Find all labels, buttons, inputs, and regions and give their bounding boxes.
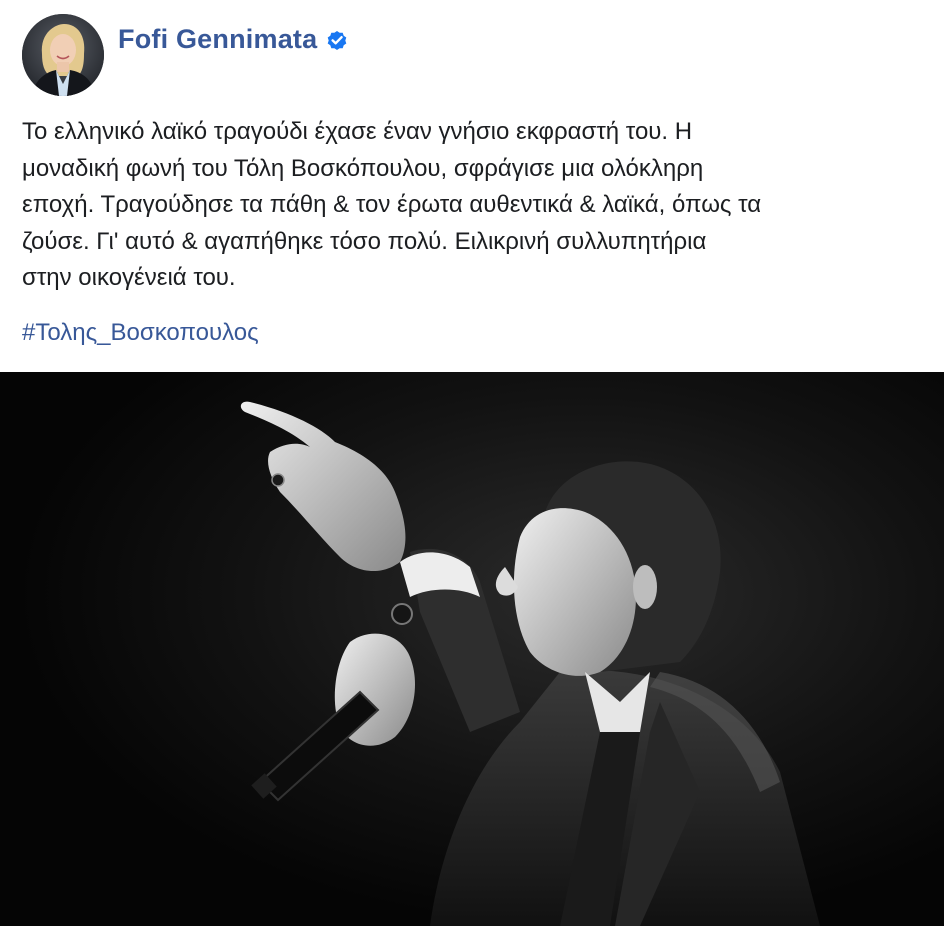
singer-photo-icon — [0, 372, 944, 926]
profile-photo-icon — [22, 14, 104, 96]
post-text: Το ελληνικό λαϊκό τραγούδι έχασε έναν γν… — [22, 118, 762, 291]
author-line: Fofi Gennimata — [118, 24, 349, 55]
author-avatar[interactable] — [22, 14, 104, 96]
post-photo[interactable] — [0, 372, 944, 926]
verified-badge-icon — [325, 28, 349, 52]
post-card: Fofi Gennimata Το ελληνικό λαϊκό τραγούδ… — [0, 0, 944, 926]
hashtag-link[interactable]: #Τολης_Βοσκοπουλος — [22, 315, 259, 351]
post-header: Fofi Gennimata — [22, 14, 349, 98]
author-name[interactable]: Fofi Gennimata — [118, 24, 317, 55]
